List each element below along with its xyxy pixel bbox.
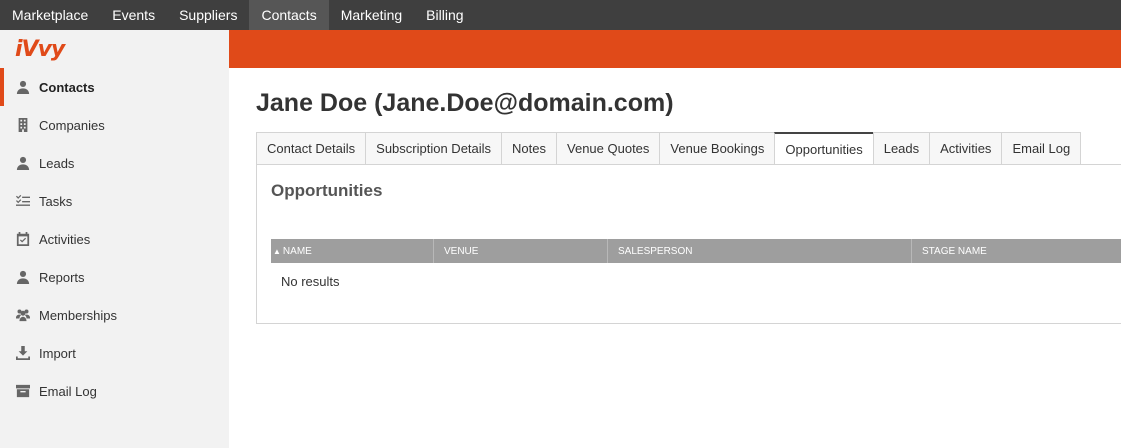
tab-contact-details[interactable]: Contact Details	[256, 132, 366, 165]
topnav-item-billing[interactable]: Billing	[414, 0, 475, 30]
tasks-icon	[15, 193, 31, 209]
column-header-salesperson[interactable]: SALESPERSON	[608, 239, 912, 263]
sidebar-item-activities[interactable]: Activities	[0, 220, 229, 258]
column-header-label: SALESPERSON	[618, 245, 693, 257]
column-header-stage-name[interactable]: STAGE NAME	[912, 239, 1121, 263]
sidebar-item-label: Reports	[39, 269, 85, 285]
tab-notes[interactable]: Notes	[501, 132, 557, 165]
column-header-label: NAME	[282, 245, 312, 257]
tab-venue-quotes[interactable]: Venue Quotes	[556, 132, 660, 165]
sidebar-item-label: Import	[39, 345, 76, 361]
user-icon	[15, 155, 31, 171]
sidebar-item-companies[interactable]: Companies	[0, 106, 229, 144]
empty-state-text: No results	[281, 274, 340, 289]
tab-leads[interactable]: Leads	[872, 132, 930, 165]
sidebar-item-label: Email Log	[39, 383, 97, 399]
tab-email-log[interactable]: Email Log	[1001, 132, 1082, 165]
tab-venue-bookings[interactable]: Venue Bookings	[659, 132, 775, 165]
topnav-item-suppliers[interactable]: Suppliers	[167, 0, 249, 30]
sidebar-item-memberships[interactable]: Memberships	[0, 296, 229, 334]
column-header-name[interactable]: ▲ NAME	[271, 239, 434, 263]
column-header-venue[interactable]: VENUE	[434, 239, 608, 263]
table-header: ▲ NAME VENUE SALESPERSON STAGE NAME	[271, 239, 1121, 263]
calendar-check-icon	[15, 231, 31, 247]
user-icon	[15, 79, 31, 95]
sidebar-item-label: Leads	[39, 155, 75, 171]
sidebar-item-label: Tasks	[39, 193, 73, 209]
topnav-item-marketplace[interactable]: Marketplace	[0, 0, 100, 30]
page-title: Jane Doe (Jane.Doe@domain.com)	[256, 89, 674, 117]
sidebar-item-leads[interactable]: Leads	[0, 144, 229, 182]
sidebar-item-tasks[interactable]: Tasks	[0, 182, 229, 220]
tab-subscription-details[interactable]: Subscription Details	[365, 132, 502, 165]
top-nav: Marketplace Events Suppliers Contacts Ma…	[0, 0, 1121, 30]
sidebar: iVvy Contacts Companies Leads Tasks Acti…	[0, 30, 229, 448]
topnav-item-events[interactable]: Events	[100, 0, 167, 30]
tab-opportunities[interactable]: Opportunities	[774, 132, 873, 165]
sidebar-item-contacts[interactable]: Contacts	[0, 68, 229, 106]
user-icon	[15, 269, 31, 285]
panel-title: Opportunities	[271, 181, 383, 200]
opportunities-panel: Opportunities ▲ NAME VENUE SALESPERSON S…	[256, 164, 1121, 324]
logo[interactable]: iVvy	[0, 30, 229, 68]
contact-tabs: Contact Details Subscription Details Not…	[256, 132, 1082, 165]
tab-activities[interactable]: Activities	[929, 132, 1002, 165]
header-banner	[229, 30, 1121, 68]
sort-ascending-icon: ▲	[273, 246, 281, 256]
main-content: Jane Doe (Jane.Doe@domain.com) Contact D…	[229, 68, 1121, 448]
users-icon	[15, 307, 31, 323]
topnav-item-contacts[interactable]: Contacts	[249, 0, 329, 30]
sidebar-item-label: Companies	[39, 117, 105, 133]
sidebar-item-label: Memberships	[39, 307, 118, 323]
archive-icon	[15, 383, 31, 399]
logo-text: iVvy	[15, 36, 65, 62]
column-header-label: STAGE NAME	[922, 245, 987, 257]
topnav-item-marketing[interactable]: Marketing	[329, 0, 414, 30]
sidebar-item-import[interactable]: Import	[0, 334, 229, 372]
sidebar-item-label: Contacts	[39, 79, 95, 95]
sidebar-item-email-log[interactable]: Email Log	[0, 372, 229, 410]
download-icon	[15, 345, 31, 361]
building-icon	[15, 117, 31, 133]
sidebar-item-reports[interactable]: Reports	[0, 258, 229, 296]
sidebar-item-label: Activities	[39, 231, 91, 247]
column-header-label: VENUE	[444, 245, 479, 257]
